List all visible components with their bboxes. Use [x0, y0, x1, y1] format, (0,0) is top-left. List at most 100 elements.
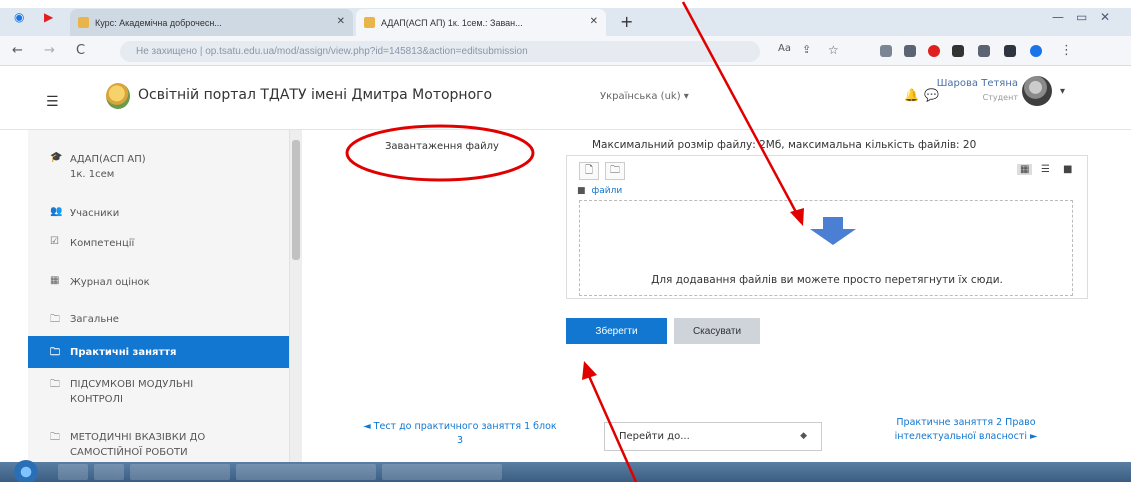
grid-view-icon[interactable]: ▦ — [1017, 164, 1033, 175]
share-icon[interactable]: ⇪ — [802, 43, 811, 56]
chrome-icon[interactable]: ◉ — [14, 10, 24, 24]
sidebar-item-label: Загальне — [70, 314, 119, 325]
jump-to-select[interactable]: Перейти до... ◆ — [604, 422, 822, 451]
taskbar-app-icon[interactable] — [382, 464, 502, 480]
sidebar-item-label: МЕТОДИЧНІ ВКАЗІВКИ ДО САМОСТІЙНОЇ РОБОТИ — [70, 432, 206, 458]
sidebar-item-course[interactable]: 🎓 АДАП(АСП АП) 1к. 1сем — [28, 152, 289, 182]
tab-title: Курс: Академічна доброчесн... — [95, 17, 222, 28]
tabstrip-top — [0, 0, 1131, 8]
taskbar-app-icon[interactable] — [94, 464, 124, 480]
close-tab-icon[interactable]: ✕ — [337, 16, 345, 27]
jump-to-value: Перейти до... — [619, 431, 690, 442]
profile-icon[interactable] — [1030, 45, 1042, 57]
side-panel-icon[interactable] — [1004, 45, 1016, 57]
extension-icon[interactable] — [952, 45, 964, 57]
extension-icon[interactable] — [904, 45, 916, 57]
graduation-cap-icon: 🎓 — [50, 152, 63, 163]
cancel-button[interactable]: Скасувати — [674, 318, 760, 344]
university-logo[interactable] — [106, 83, 130, 109]
notifications-bell-icon[interactable]: 🔔 — [904, 88, 919, 102]
create-folder-icon[interactable]: 🗀 — [605, 162, 625, 180]
moodle-favicon-icon — [364, 17, 375, 28]
sidebar-item-label: Журнал оцінок — [70, 277, 150, 288]
folder-icon: 🗀 — [50, 347, 60, 358]
users-icon: 👥 — [50, 206, 63, 217]
youtube-icon[interactable]: ▶ — [44, 10, 53, 24]
sidebar-scroll-thumb[interactable] — [292, 140, 300, 260]
course-sidebar: 🎓 АДАП(АСП АП) 1к. 1сем 👥 Учасники ☑ Ком… — [28, 130, 290, 462]
add-file-icon[interactable]: 🗋 — [579, 162, 599, 180]
menu-kebab-icon[interactable]: ⋮ — [1060, 43, 1073, 58]
user-role: Студент — [982, 93, 1018, 102]
taskbar-app-icon[interactable] — [130, 464, 230, 480]
close-tab-icon[interactable]: ✕ — [590, 16, 598, 27]
url-text: Не захищено | op.tsatu.edu.ua/mod/assign… — [136, 46, 528, 57]
files-folder-label: файли — [591, 186, 623, 196]
sidebar-item-grades[interactable]: ▦ Журнал оцінок — [28, 275, 289, 290]
file-upload-label: Завантаження файлу — [385, 141, 499, 152]
avatar[interactable] — [1022, 76, 1052, 106]
close-window-icon[interactable]: ✕ — [1100, 10, 1110, 24]
folder-icon: 🗀 — [50, 432, 60, 443]
user-name[interactable]: Шарова Тетяна — [936, 78, 1018, 89]
folder-icon: 🗀 — [50, 379, 60, 390]
moodle-favicon-icon — [78, 17, 89, 28]
bookmark-star-icon[interactable]: ☆ — [828, 43, 839, 57]
extension-icon[interactable] — [880, 45, 892, 57]
previous-activity-link[interactable]: ◄ Тест до практичного заняття 1 блок 3 — [360, 420, 560, 448]
minimize-icon[interactable]: — — [1052, 10, 1064, 24]
sidebar-item-label: Компетенції — [70, 238, 135, 249]
taskbar-app-icon[interactable] — [58, 464, 88, 480]
competency-icon: ☑ — [50, 236, 59, 247]
folder-icon: ■ — [577, 186, 586, 196]
drop-zone[interactable]: Для додавання файлів ви можете просто пе… — [579, 200, 1073, 296]
taskbar-app-icon[interactable] — [236, 464, 376, 480]
reload-icon[interactable]: C — [76, 43, 85, 58]
arrowhead-icon — [582, 361, 597, 380]
sidebar-item-competencies[interactable]: ☑ Компетенції — [28, 236, 289, 251]
save-button[interactable]: Зберегти — [566, 318, 667, 344]
next-activity-link[interactable]: Практичне заняття 2 Право інтелектуально… — [866, 416, 1066, 444]
tree-view-icon[interactable]: ■ — [1063, 164, 1072, 175]
folder-icon: 🗀 — [50, 314, 60, 325]
grades-table-icon: ▦ — [50, 275, 60, 286]
hamburger-menu-icon[interactable]: ☰ — [46, 94, 59, 110]
site-header: ☰ Освітній портал ТДАТУ імені Дмитра Мот… — [0, 66, 1131, 130]
url-field[interactable]: Не захищено | op.tsatu.edu.ua/mod/assign… — [120, 41, 760, 62]
files-folder-path[interactable]: ■ файли — [577, 186, 622, 196]
system-tray[interactable] — [960, 464, 1120, 480]
sidebar-item-guidelines[interactable]: 🗀 МЕТОДИЧНІ ВКАЗІВКИ ДО САМОСТІЙНОЇ РОБО… — [28, 430, 289, 460]
drop-arrow-icon — [810, 217, 856, 245]
maximize-icon[interactable]: ▭ — [1076, 10, 1087, 24]
portal-title[interactable]: Освітній портал ТДАТУ імені Дмитра Мотор… — [138, 87, 492, 103]
sidebar-item-module-controls[interactable]: 🗀 ПІДСУМКОВІ МОДУЛЬНІ КОНТРОЛІ — [28, 377, 289, 407]
sidebar-item-practical[interactable]: 🗀 Практичні заняття — [28, 336, 289, 368]
sidebar-item-label: Практичні заняття — [70, 347, 177, 358]
browser-tabstrip: ◉ ▶ Курс: Академічна доброчесн... ✕ АДАП… — [0, 0, 1131, 36]
address-bar: ← → C Не захищено | op.tsatu.edu.ua/mod/… — [0, 36, 1131, 66]
sidebar-item-general[interactable]: 🗀 Загальне — [28, 312, 289, 329]
opera-icon[interactable] — [928, 45, 940, 57]
highlight-ellipse — [345, 124, 535, 182]
media-controls-icon[interactable] — [978, 45, 990, 57]
sidebar-item-label: АДАП(АСП АП) 1к. 1сем — [70, 154, 146, 180]
max-file-size-text: Максимальний розмір файлу: 2Мб, максимал… — [592, 139, 977, 151]
file-picker: 🗋 🗀 ▦ ☰ ■ ■ файли Для додавання файлів ви… — [566, 155, 1088, 299]
back-icon[interactable]: ← — [12, 43, 23, 58]
os-taskbar — [0, 460, 1131, 482]
tab-title: АДАП(АСП АП) 1к. 1сем.: Заван... — [381, 17, 523, 28]
language-selector[interactable]: Українська (uk) ▾ — [600, 91, 689, 102]
sidebar-item-participants[interactable]: 👥 Учасники — [28, 206, 289, 221]
forward-icon[interactable]: → — [44, 43, 55, 58]
translate-icon[interactable]: Aa — [778, 43, 791, 54]
screenshot-root: ◉ ▶ Курс: Академічна доброчесн... ✕ АДАП… — [0, 0, 1131, 482]
list-view-icon[interactable]: ☰ — [1041, 164, 1050, 175]
tab-course[interactable]: Курс: Академічна доброчесн... ✕ — [70, 9, 353, 36]
user-menu-caret-icon[interactable]: ▾ — [1060, 86, 1065, 97]
new-tab-icon[interactable]: + — [620, 12, 633, 31]
select-caret-icon: ◆ — [800, 431, 807, 441]
drop-zone-text: Для додавання файлів ви можете просто пе… — [651, 274, 1003, 286]
sidebar-item-label: Учасники — [70, 208, 120, 219]
windows-start-icon[interactable] — [14, 460, 38, 482]
tab-assignment[interactable]: АДАП(АСП АП) 1к. 1сем.: Заван... ✕ — [356, 9, 606, 36]
